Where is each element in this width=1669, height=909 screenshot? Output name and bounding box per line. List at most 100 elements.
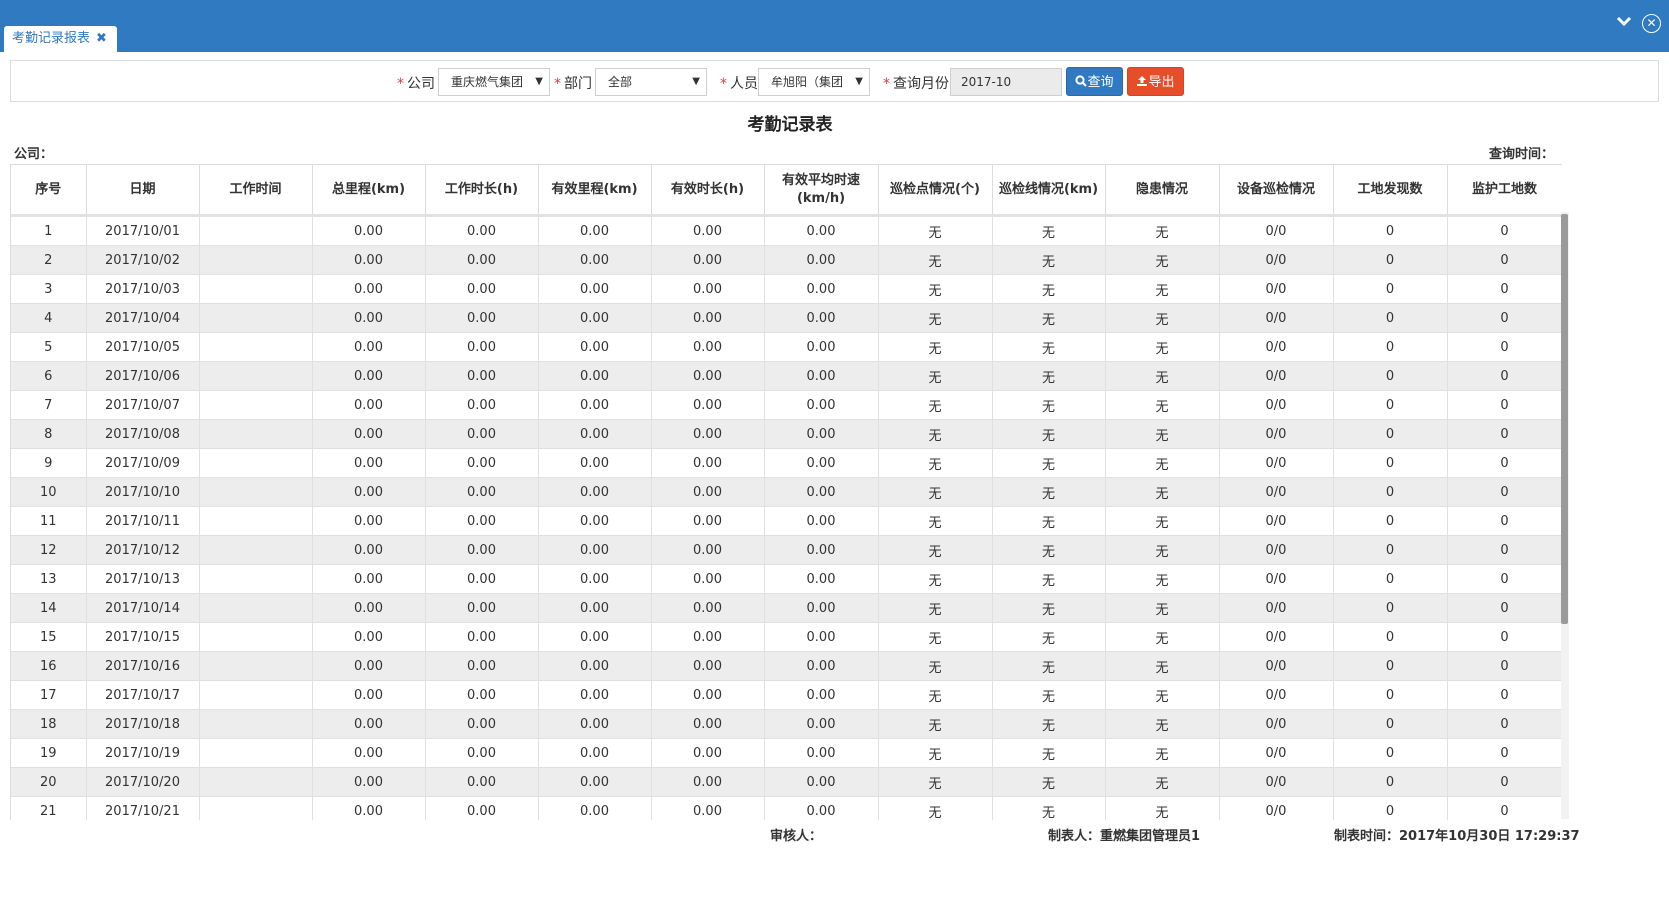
- table-row[interactable]: 13 2017/10/13 0.00 0.00 0.00 0.00 0.00 无无无 0/0 0 0: [11, 564, 1562, 594]
- table-cell: 无: [878, 564, 993, 594]
- table-cell: [199, 477, 313, 507]
- table-row[interactable]: 19 2017/10/19 0.00 0.00 0.00 0.00 0.00 无无无 0/0 0 0: [11, 738, 1562, 768]
- table-row[interactable]: 16 2017/10/16 0.00 0.00 0.00 0.00 0.00 无无无 0/0 0 0: [11, 651, 1562, 681]
- table-cell: 0.00: [538, 448, 652, 478]
- table-row[interactable]: 6 2017/10/06 0.00 0.00 0.00 0.00 0.00 无无无 0/0 0 0: [11, 361, 1562, 391]
- table-cell: 0: [1333, 332, 1448, 362]
- query-button[interactable]: 查询: [1066, 67, 1123, 96]
- table-cell: 0: [1333, 506, 1448, 536]
- table-cell: 0.00: [764, 535, 879, 565]
- table-cell: 0.00: [764, 593, 879, 623]
- scrollbar-thumb[interactable]: [1561, 214, 1568, 624]
- table-row[interactable]: 15 2017/10/15 0.00 0.00 0.00 0.00 0.00 无无无 0/0 0 0: [11, 622, 1562, 652]
- table-row[interactable]: 9 2017/10/09 0.00 0.00 0.00 0.00 0.00 无无无 0/0 0 0: [11, 448, 1562, 478]
- table-cell: [199, 738, 313, 768]
- table-cell: 0/0: [1219, 709, 1334, 739]
- table-cell: 0: [1333, 215, 1448, 246]
- table-cell: 0.00: [312, 419, 426, 449]
- table-row[interactable]: 7 2017/10/07 0.00 0.00 0.00 0.00 0.00 无无无 0/0 0 0: [11, 390, 1562, 420]
- table-cell: [199, 680, 313, 710]
- export-button[interactable]: 导出: [1127, 67, 1184, 96]
- table-cell: 0/0: [1219, 535, 1334, 565]
- table-cell: 0.00: [538, 390, 652, 420]
- table-cell: 无: [878, 680, 993, 710]
- tab-label: 考勤记录报表: [12, 31, 91, 46]
- table-cell: 2017/10/15: [86, 622, 200, 652]
- table-row[interactable]: 5 2017/10/05 0.00 0.00 0.00 0.00 0.00 无无无 0/0 0 0: [11, 332, 1562, 362]
- table-cell: 2017/10/12: [86, 535, 200, 565]
- company-select[interactable]: 重庆燃气集团 ▼: [438, 68, 550, 96]
- table-row[interactable]: 1 2017/10/01 0.00 0.00 0.00 0.00 0.00 无无无 0/0 0 0: [11, 215, 1562, 246]
- export-icon: [1137, 76, 1148, 86]
- table-cell: 2017/10/17: [86, 680, 200, 710]
- table-cell: 0.00: [538, 622, 652, 652]
- tab-attendance-report[interactable]: 考勤记录报表 ✖: [4, 26, 117, 52]
- table-row[interactable]: 8 2017/10/08 0.00 0.00 0.00 0.00 0.00 无无无 0/0 0 0: [11, 419, 1562, 449]
- table-cell: 无: [878, 303, 993, 333]
- close-window-icon[interactable]: ✕: [1642, 14, 1661, 33]
- tab-close-icon[interactable]: ✖: [96, 31, 107, 46]
- table-cell: 无: [1105, 535, 1220, 565]
- table-row[interactable]: 4 2017/10/04 0.00 0.00 0.00 0.00 0.00 无无无 0/0 0 0: [11, 303, 1562, 333]
- table-row[interactable]: 3 2017/10/03 0.00 0.00 0.00 0.00 0.00 无无无 0/0 0 0: [11, 274, 1562, 304]
- table-cell: [199, 215, 313, 246]
- table-cell: 17: [11, 680, 87, 710]
- table-row[interactable]: 2 2017/10/02 0.00 0.00 0.00 0.00 0.00 无无无 0/0 0 0: [11, 245, 1562, 275]
- table-cell: 0: [1447, 332, 1562, 362]
- table-cell: 0.00: [764, 506, 879, 536]
- table-cell: 0.00: [538, 593, 652, 623]
- table-cell: 8: [11, 419, 87, 449]
- table-cell: 0.00: [651, 477, 765, 507]
- table-cell: 0: [1447, 245, 1562, 275]
- table-cell: 无: [878, 767, 993, 797]
- table-row[interactable]: 11 2017/10/11 0.00 0.00 0.00 0.00 0.00 无无无 0/0 0 0: [11, 506, 1562, 536]
- attendance-table-wrap[interactable]: 序号 日期 工作时间 总里程(km) 工作时长(h) 有效里程(km) 有效时长(h) 有效平…: [10, 164, 1562, 820]
- table-cell: 0.00: [538, 361, 652, 391]
- table-cell: 0.00: [764, 448, 879, 478]
- dept-select[interactable]: 全部 ▼: [595, 68, 707, 96]
- person-select[interactable]: 牟旭阳（集团 ▼: [758, 68, 870, 96]
- table-cell: 0.00: [425, 448, 539, 478]
- table-cell: 2017/10/03: [86, 274, 200, 304]
- table-cell: 0.00: [425, 390, 539, 420]
- table-cell: 无: [992, 448, 1106, 478]
- table-row[interactable]: 10 2017/10/10 0.00 0.00 0.00 0.00 0.00 无无无 0/0 0 0: [11, 477, 1562, 507]
- table-cell: 0/0: [1219, 215, 1334, 246]
- table-row[interactable]: 17 2017/10/17 0.00 0.00 0.00 0.00 0.00 无无无 0/0 0 0: [11, 680, 1562, 710]
- table-row[interactable]: 12 2017/10/12 0.00 0.00 0.00 0.00 0.00 无无无 0/0 0 0: [11, 535, 1562, 565]
- table-row[interactable]: 21 2017/10/21 0.00 0.00 0.00 0.00 0.00 无无无 0/0 0 0: [11, 796, 1562, 820]
- table-cell: 0.00: [425, 535, 539, 565]
- table-cell: 0.00: [312, 332, 426, 362]
- collapse-icon[interactable]: [1613, 12, 1635, 34]
- table-cell: 0: [1447, 506, 1562, 536]
- table-cell: 10: [11, 477, 87, 507]
- table-cell: 无: [1105, 361, 1220, 391]
- table-cell: 无: [1105, 245, 1220, 275]
- table-cell: 0.00: [425, 767, 539, 797]
- table-cell: 16: [11, 651, 87, 681]
- table-cell: 2017/10/02: [86, 245, 200, 275]
- table-cell: 0.00: [425, 622, 539, 652]
- month-input[interactable]: 2017-10: [950, 68, 1062, 96]
- table-cell: 2017/10/08: [86, 419, 200, 449]
- table-cell: 0.00: [425, 332, 539, 362]
- table-cell: 0.00: [312, 709, 426, 739]
- table-cell: 0.00: [538, 303, 652, 333]
- column-header: 序号: [11, 165, 87, 217]
- table-cell: 0/0: [1219, 564, 1334, 594]
- column-header: 有效时长(h): [651, 165, 765, 217]
- table-cell: 0.00: [538, 680, 652, 710]
- table-cell: 0.00: [425, 593, 539, 623]
- table-row[interactable]: 20 2017/10/20 0.00 0.00 0.00 0.00 0.00 无无无 0/0 0 0: [11, 767, 1562, 797]
- table-cell: 0: [1333, 651, 1448, 681]
- table-cell: 20: [11, 767, 87, 797]
- vertical-scrollbar[interactable]: [1561, 212, 1569, 819]
- table-cell: 无: [1105, 390, 1220, 420]
- table-cell: 4: [11, 303, 87, 333]
- table-row[interactable]: 14 2017/10/14 0.00 0.00 0.00 0.00 0.00 无无无 0/0 0 0: [11, 593, 1562, 623]
- table-cell: 0.00: [312, 274, 426, 304]
- table-cell: 无: [1105, 332, 1220, 362]
- table-cell: 2017/10/09: [86, 448, 200, 478]
- table-row[interactable]: 18 2017/10/18 0.00 0.00 0.00 0.00 0.00 无无无 0/0 0 0: [11, 709, 1562, 739]
- table-cell: 无: [1105, 506, 1220, 536]
